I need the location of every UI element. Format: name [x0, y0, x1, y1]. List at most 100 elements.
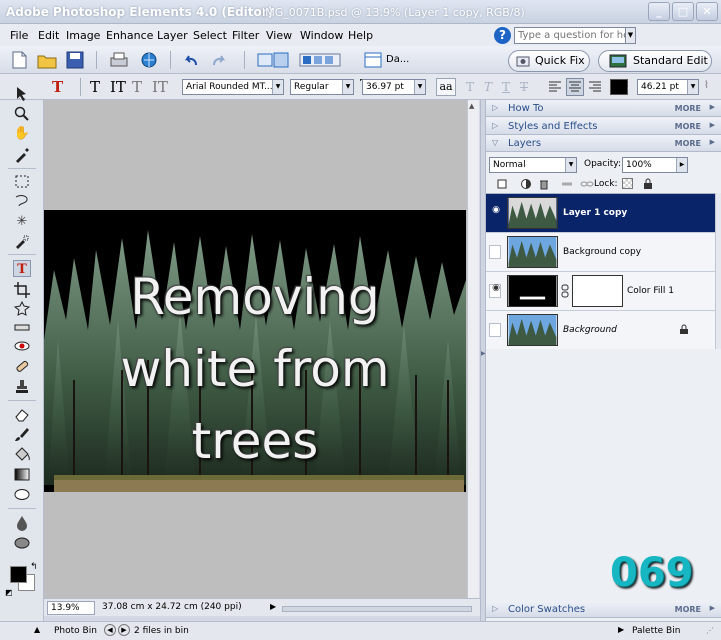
layer-row-background-copy[interactable]: Background copy	[486, 233, 715, 272]
vertical-type-mask-icon[interactable]: IT	[152, 78, 168, 96]
link-layers-icon[interactable]	[560, 178, 574, 190]
delete-layer-icon[interactable]	[538, 178, 550, 190]
horizontal-type-mask-icon[interactable]: T	[132, 78, 142, 96]
shape-tool-icon[interactable]	[13, 486, 31, 503]
italic-icon[interactable]: T	[484, 80, 492, 94]
opacity-field[interactable]: 100% ▶	[622, 157, 688, 173]
color-swatches-palette-header[interactable]: ▷ Color Swatches MORE ▶	[486, 601, 721, 618]
layers-scrollbar[interactable]	[715, 193, 721, 349]
underline-icon[interactable]: T	[502, 80, 510, 94]
strikethrough-icon[interactable]: T	[520, 80, 528, 94]
date-view-icon[interactable]	[362, 50, 384, 70]
menu-view[interactable]: View	[266, 29, 292, 42]
menu-enhance[interactable]: Enhance	[106, 29, 153, 42]
more-arrow-icon[interactable]: ▶	[710, 121, 715, 129]
eye-icon[interactable]: ◉	[490, 205, 502, 219]
visibility-toggle[interactable]	[489, 323, 501, 337]
align-center-button[interactable]	[566, 78, 584, 96]
gradient-tool-icon[interactable]	[13, 466, 31, 483]
eye-icon[interactable]: ◉	[490, 283, 502, 297]
palette-bin-label[interactable]: Palette Bin	[632, 626, 680, 636]
more-label[interactable]: MORE	[675, 605, 701, 614]
sponge-tool-icon[interactable]	[13, 534, 31, 551]
layer-name[interactable]: Background	[563, 325, 617, 335]
vertical-type-icon[interactable]: IT	[110, 78, 126, 96]
save-icon[interactable]	[64, 50, 86, 70]
hand-tool-icon[interactable]: ✋	[13, 125, 31, 142]
status-menu-icon[interactable]: ▶	[270, 602, 276, 611]
layers-palette-header[interactable]: ▽ Layers MORE ▶	[486, 135, 721, 152]
layer-name[interactable]: Layer 1 copy	[563, 208, 627, 218]
scroll-up-icon[interactable]: ▲	[469, 102, 474, 110]
menu-edit[interactable]: Edit	[38, 29, 59, 42]
straighten-tool-icon[interactable]	[13, 319, 31, 336]
brush-tool-icon[interactable]	[13, 426, 31, 443]
palette-bin-toggle-icon[interactable]: ▶	[618, 625, 624, 634]
online-services-icon[interactable]	[138, 50, 160, 70]
blur-tool-icon[interactable]	[13, 514, 31, 531]
back-arrow-icon[interactable]: ◀	[104, 624, 116, 636]
print-icon[interactable]	[108, 50, 130, 70]
more-label[interactable]: MORE	[675, 139, 701, 148]
font-family-select[interactable]: Arial Rounded MT... ▼	[182, 79, 284, 95]
cookie-cutter-tool-icon[interactable]	[13, 300, 31, 317]
more-arrow-icon[interactable]: ▶	[710, 604, 715, 612]
how-to-palette-header[interactable]: ▷ How To MORE ▶	[486, 100, 721, 117]
zoom-tool-icon[interactable]	[13, 105, 31, 122]
new-layer-icon[interactable]	[496, 178, 508, 190]
maximize-button[interactable]: □	[672, 2, 694, 21]
organizer-icon[interactable]	[256, 50, 292, 70]
canvas-vertical-scrollbar[interactable]: ▲	[467, 100, 479, 598]
font-size-select[interactable]: 36.97 pt ▼	[362, 79, 426, 95]
menu-layer[interactable]: Layer	[157, 29, 188, 42]
font-style-select[interactable]: Regular ▼	[290, 79, 354, 95]
blend-mode-select[interactable]: Normal ▼	[489, 157, 577, 173]
leading-select[interactable]: 46.21 pt ▼	[637, 79, 699, 95]
styles-effects-palette-header[interactable]: ▷ Styles and Effects MORE ▶	[486, 118, 721, 135]
lasso-tool-icon[interactable]	[13, 193, 31, 210]
clone-stamp-tool-icon[interactable]	[13, 378, 31, 395]
lock-transparency-icon[interactable]	[622, 178, 633, 189]
red-eye-tool-icon[interactable]	[13, 338, 31, 355]
quick-fix-button[interactable]: Quick Fix	[508, 50, 590, 72]
photo-bin-toggle-icon[interactable]: ▲	[34, 625, 40, 634]
more-arrow-icon[interactable]: ▶	[710, 103, 715, 111]
paint-bucket-tool-icon[interactable]	[13, 446, 31, 463]
close-button[interactable]: ✕	[696, 2, 718, 21]
align-left-button[interactable]	[546, 78, 564, 96]
selection-brush-tool-icon[interactable]	[13, 233, 31, 250]
more-arrow-icon[interactable]: ▶	[710, 138, 715, 146]
layer-name[interactable]: Color Fill 1	[627, 286, 674, 296]
visibility-toggle[interactable]	[489, 245, 501, 259]
menu-help[interactable]: Help	[348, 29, 373, 42]
menu-filter[interactable]: Filter	[232, 29, 259, 42]
help-search-input[interactable]	[514, 27, 626, 44]
resize-grip-icon[interactable]: ⋰	[706, 626, 714, 635]
undo-icon[interactable]	[180, 50, 202, 70]
healing-brush-tool-icon[interactable]	[13, 358, 31, 375]
chevron-down-icon[interactable]: ▼	[625, 27, 636, 44]
collapse-arrow-icon[interactable]: ▶	[481, 350, 486, 357]
menu-window[interactable]: Window	[300, 29, 343, 42]
redo-icon[interactable]	[208, 50, 230, 70]
more-label[interactable]: MORE	[675, 122, 701, 131]
photo-bin-label[interactable]: Photo Bin	[54, 626, 97, 636]
type-tool-icon[interactable]: T	[13, 260, 31, 277]
lock-all-icon[interactable]	[642, 177, 654, 190]
horizontal-scrollbar[interactable]	[282, 606, 472, 612]
chain-icon[interactable]	[580, 178, 594, 190]
bold-icon[interactable]: T	[466, 80, 474, 94]
open-folder-icon[interactable]	[36, 50, 58, 70]
crop-tool-icon[interactable]	[13, 281, 31, 298]
menu-select[interactable]: Select	[193, 29, 227, 42]
more-label[interactable]: MORE	[675, 104, 701, 113]
move-tool-icon[interactable]	[13, 85, 31, 102]
swap-colors-icon[interactable]: ↰	[30, 562, 38, 572]
warp-text-icon[interactable]: ⌇	[704, 80, 709, 91]
minimize-button[interactable]: _	[648, 2, 670, 21]
help-icon[interactable]: ?	[494, 27, 511, 44]
eraser-tool-icon[interactable]	[13, 406, 31, 423]
forward-arrow-icon[interactable]: ▶	[118, 624, 130, 636]
document-image[interactable]: Removing white from trees	[44, 210, 466, 492]
anti-alias-button[interactable]: aa	[436, 78, 456, 96]
